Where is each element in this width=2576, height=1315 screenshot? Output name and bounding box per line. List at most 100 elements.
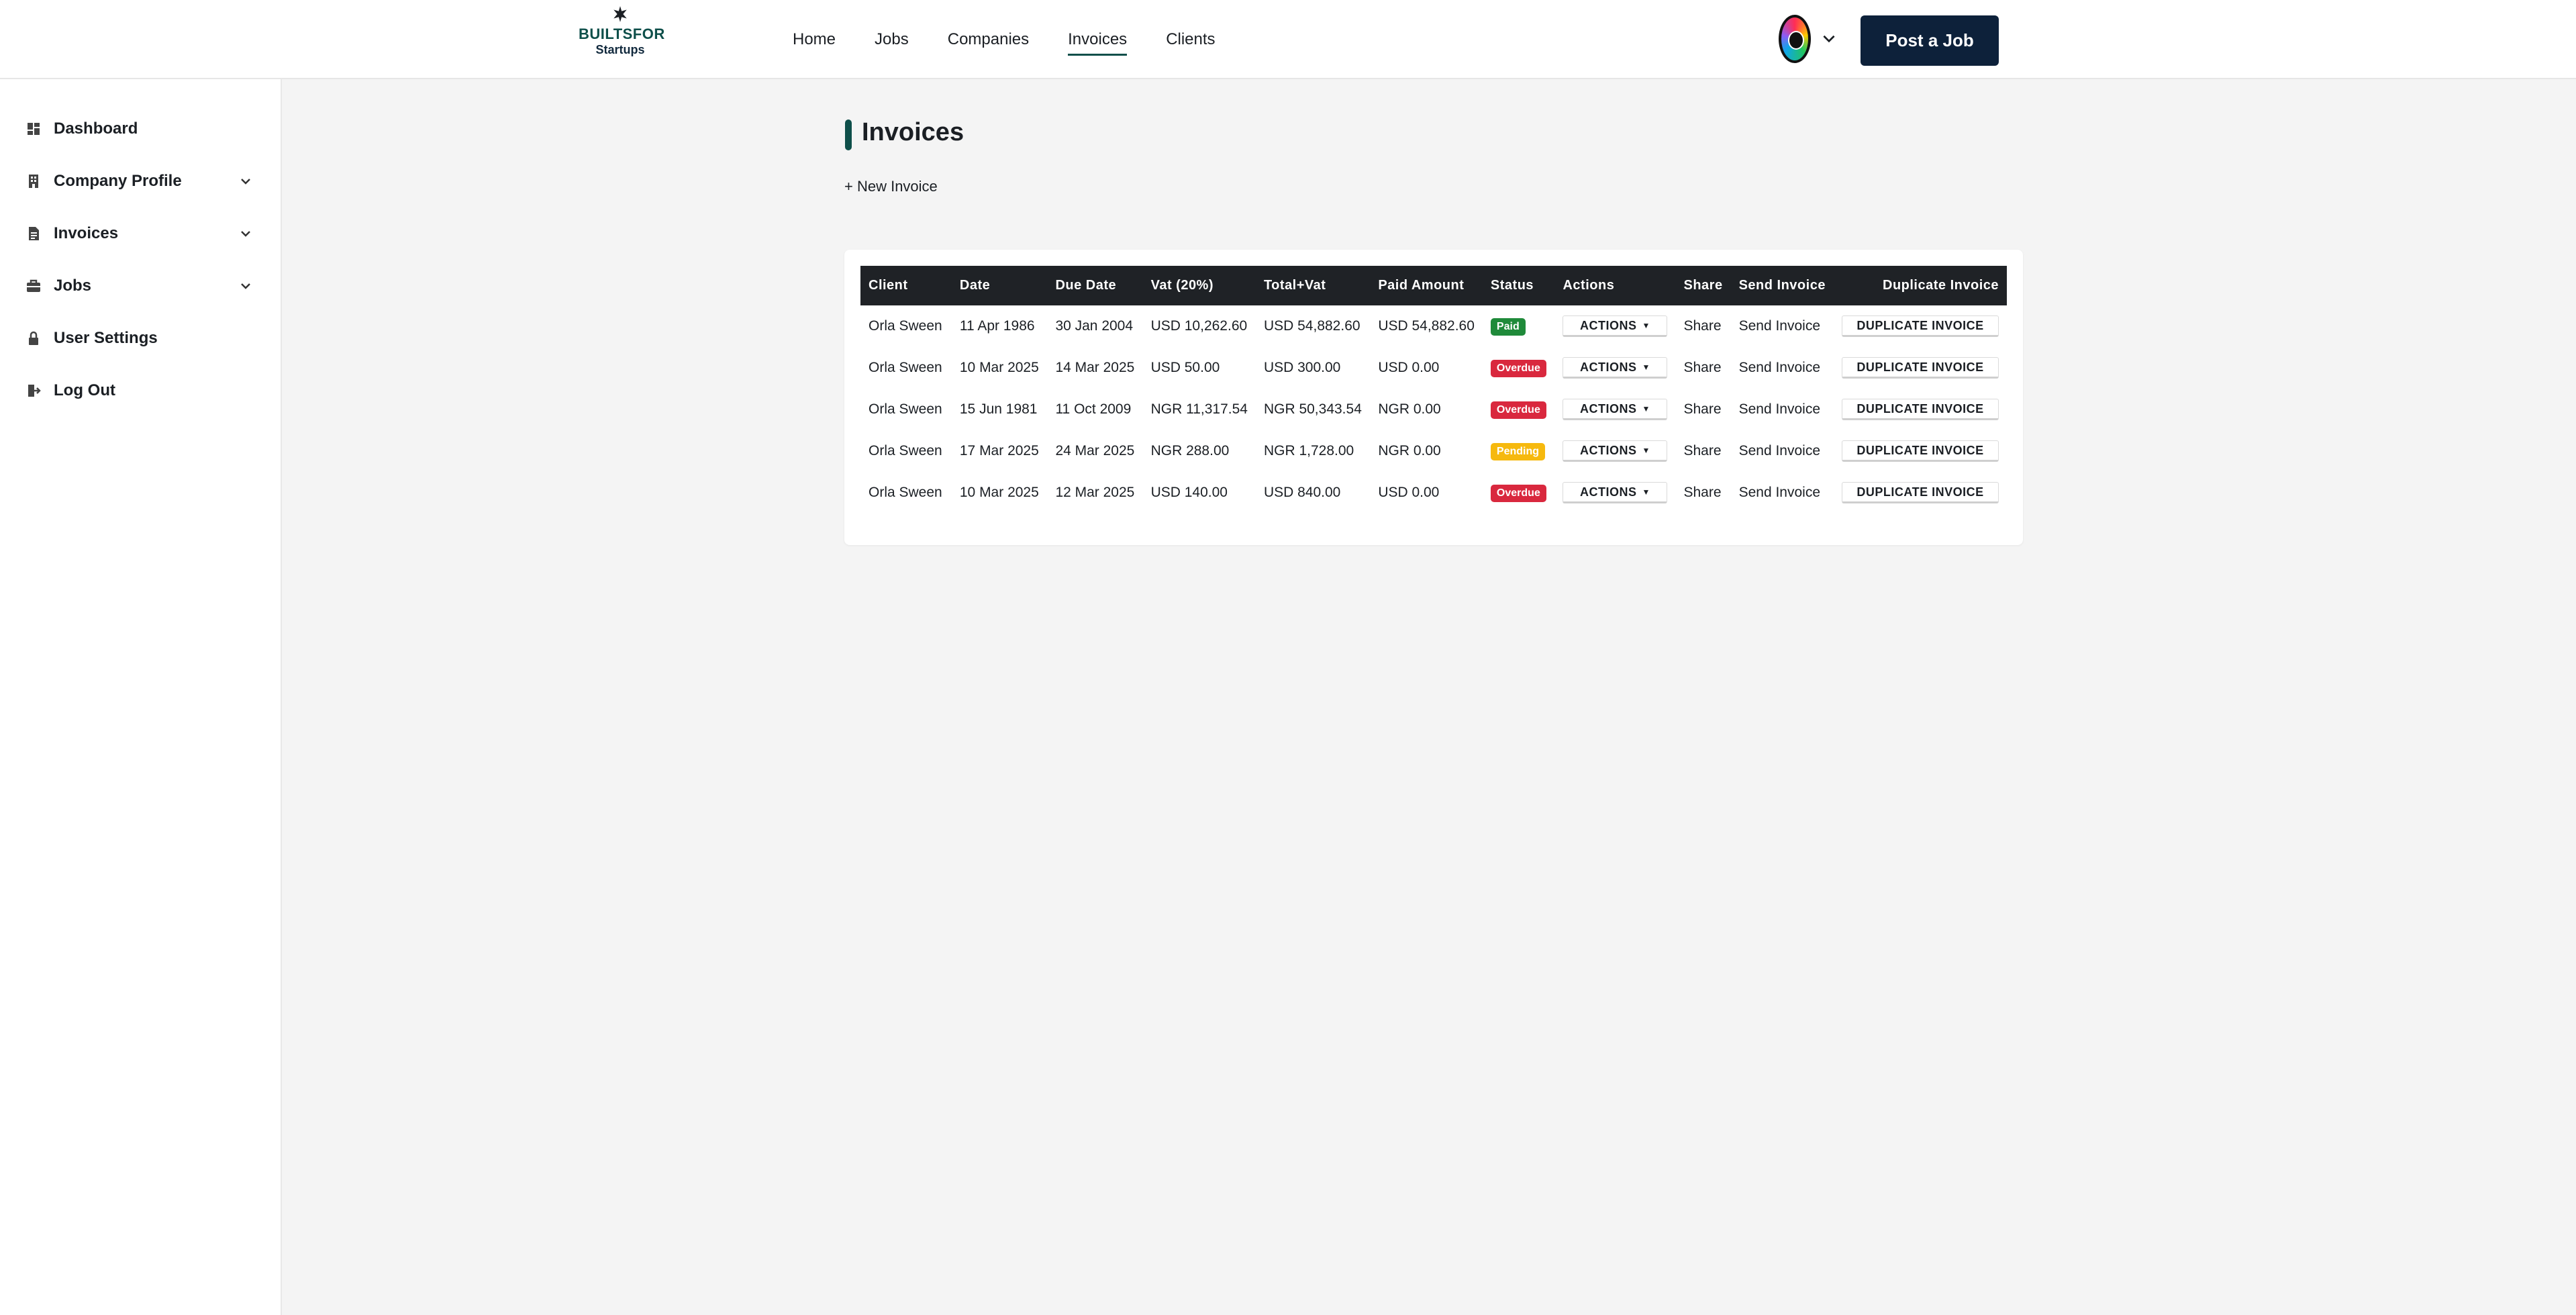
cell-vat: USD 140.00 <box>1150 485 1228 500</box>
share-link[interactable]: Share <box>1683 485 1721 500</box>
building-icon <box>29 175 38 188</box>
briefcase-icon <box>27 279 40 292</box>
cell-vat: USD 10,262.60 <box>1150 318 1248 334</box>
status-badge: Paid <box>1490 318 1526 336</box>
sidebar-item-invoices[interactable]: Invoices <box>26 217 254 250</box>
duplicate-invoice-button[interactable]: DUPLICATE INVOICE <box>1842 482 1999 503</box>
cell-send-invoice: Send Invoice <box>1731 389 1834 430</box>
table-header-row: Client Date Due Date Vat (20%) Total+Vat… <box>860 266 2007 305</box>
cell-paid-amount: USD 54,882.60 <box>1378 318 1475 334</box>
cell-status: Overdue <box>1483 472 1555 514</box>
cell-share: Share <box>1675 389 1730 430</box>
header-duplicate-invoice: Duplicate Invoice <box>1883 278 1999 293</box>
dashboard-icon <box>28 123 40 135</box>
cell-vat: USD 50.00 <box>1150 360 1220 375</box>
nav-companies[interactable]: Companies <box>948 25 1029 54</box>
share-link[interactable]: Share <box>1683 401 1721 417</box>
header-status: Status <box>1490 278 1534 293</box>
cell-actions: ACTIONS ▼ <box>1554 389 1675 430</box>
status-badge: Overdue <box>1490 484 1546 502</box>
actions-dropdown-button[interactable]: ACTIONS ▼ <box>1563 399 1668 420</box>
actions-label: ACTIONS <box>1580 443 1637 457</box>
share-link[interactable]: Share <box>1683 360 1721 375</box>
cell-actions: ACTIONS ▼ <box>1554 472 1675 514</box>
actions-label: ACTIONS <box>1580 318 1637 332</box>
status-badge: Overdue <box>1490 401 1546 419</box>
nav-home[interactable]: Home <box>793 25 836 54</box>
actions-dropdown-button[interactable]: ACTIONS ▼ <box>1563 482 1668 503</box>
actions-dropdown-button[interactable]: ACTIONS ▼ <box>1563 315 1668 337</box>
duplicate-invoice-button[interactable]: DUPLICATE INVOICE <box>1842 357 1999 379</box>
status-badge: Overdue <box>1490 359 1546 377</box>
sidebar: Dashboard Company Profile Invoices Jobs … <box>0 79 282 1315</box>
chevron-down-icon <box>241 283 250 289</box>
cell-send-invoice: Send Invoice <box>1731 472 1834 514</box>
star-icon <box>613 6 627 22</box>
cell-duplicate-invoice: DUPLICATE INVOICE <box>1834 347 2007 389</box>
send-invoice-link[interactable]: Send Invoice <box>1739 318 1820 334</box>
sidebar-item-label: Dashboard <box>54 119 138 138</box>
sidebar-item-company-profile[interactable]: Company Profile <box>26 164 254 198</box>
chevron-down-icon[interactable] <box>1820 30 1838 47</box>
duplicate-invoice-button[interactable]: DUPLICATE INVOICE <box>1842 440 1999 462</box>
sidebar-item-dashboard[interactable]: Dashboard <box>26 112 254 146</box>
send-invoice-link[interactable]: Send Invoice <box>1739 443 1820 458</box>
brand-logo[interactable]: BUILTSFOR Startups <box>579 5 664 66</box>
sidebar-item-label: Log Out <box>54 381 115 399</box>
nav-clients[interactable]: Clients <box>1166 25 1215 54</box>
cell-client: Orla Sween <box>869 485 942 500</box>
cell-total-vat: NGR 1,728.00 <box>1263 443 1354 458</box>
invoices-table-body: Orla Sween 11 Apr 1986 30 Jan 2004 USD 10,2… <box>860 305 2007 514</box>
header-due-date: Due Date <box>1055 278 1117 293</box>
cell-status: Pending <box>1483 430 1555 472</box>
cell-date: 11 Apr 1986 <box>959 318 1035 334</box>
table-row: Orla Sween 11 Apr 1986 30 Jan 2004 USD 10,2… <box>860 305 2007 347</box>
page-title: Invoices <box>862 118 964 146</box>
cell-duplicate-invoice: DUPLICATE INVOICE <box>1834 389 2007 430</box>
share-link[interactable]: Share <box>1683 318 1721 334</box>
caret-down-icon: ▼ <box>1642 446 1650 455</box>
send-invoice-link[interactable]: Send Invoice <box>1739 401 1820 417</box>
cell-client: Orla Sween <box>869 318 942 334</box>
sidebar-item-label: User Settings <box>54 329 158 347</box>
actions-label: ACTIONS <box>1580 485 1637 499</box>
header-send-invoice: Send Invoice <box>1738 278 1826 293</box>
invoices-card: Client Date Due Date Vat (20%) Total+Vat… <box>844 250 2023 545</box>
chevron-down-icon <box>241 231 250 237</box>
cell-client: Orla Sween <box>869 443 942 458</box>
cell-duplicate-invoice: DUPLICATE INVOICE <box>1834 472 2007 514</box>
header-vat: Vat (20%) <box>1150 278 1214 293</box>
cell-duplicate-invoice: DUPLICATE INVOICE <box>1834 430 2007 472</box>
cell-due-date: 24 Mar 2025 <box>1055 443 1135 458</box>
logout-icon <box>28 385 41 397</box>
caret-down-icon: ▼ <box>1642 362 1650 372</box>
avatar[interactable] <box>1779 15 1811 63</box>
duplicate-invoice-button[interactable]: DUPLICATE INVOICE <box>1842 315 1999 337</box>
send-invoice-link[interactable]: Send Invoice <box>1739 485 1820 500</box>
duplicate-invoice-button[interactable]: DUPLICATE INVOICE <box>1842 399 1999 420</box>
sidebar-item-log-out[interactable]: Log Out <box>26 374 254 407</box>
actions-dropdown-button[interactable]: ACTIONS ▼ <box>1563 440 1668 462</box>
cell-status: Overdue <box>1483 389 1555 430</box>
share-link[interactable]: Share <box>1683 443 1721 458</box>
sidebar-item-user-settings[interactable]: User Settings <box>26 322 254 355</box>
cell-client: Orla Sween <box>869 401 942 417</box>
actions-dropdown-button[interactable]: ACTIONS ▼ <box>1563 357 1668 379</box>
header-client: Client <box>869 278 908 293</box>
header-actions: Actions <box>1563 278 1615 293</box>
post-job-button[interactable]: Post a Job <box>1861 15 1999 66</box>
nav-invoices[interactable]: Invoices <box>1068 25 1128 56</box>
cell-send-invoice: Send Invoice <box>1731 430 1834 472</box>
sidebar-item-label: Jobs <box>54 277 92 295</box>
new-invoice-link[interactable]: + New Invoice <box>844 178 938 195</box>
cell-share: Share <box>1675 430 1730 472</box>
nav-jobs[interactable]: Jobs <box>875 25 909 54</box>
cell-date: 10 Mar 2025 <box>959 485 1039 500</box>
sidebar-item-jobs[interactable]: Jobs <box>26 269 254 303</box>
send-invoice-link[interactable]: Send Invoice <box>1739 360 1820 375</box>
cell-paid-amount: NGR 0.00 <box>1378 401 1441 417</box>
cell-total-vat: USD 300.00 <box>1263 360 1341 375</box>
title-accent-bar <box>845 119 852 150</box>
cell-date: 17 Mar 2025 <box>959 443 1039 458</box>
cell-actions: ACTIONS ▼ <box>1554 347 1675 389</box>
